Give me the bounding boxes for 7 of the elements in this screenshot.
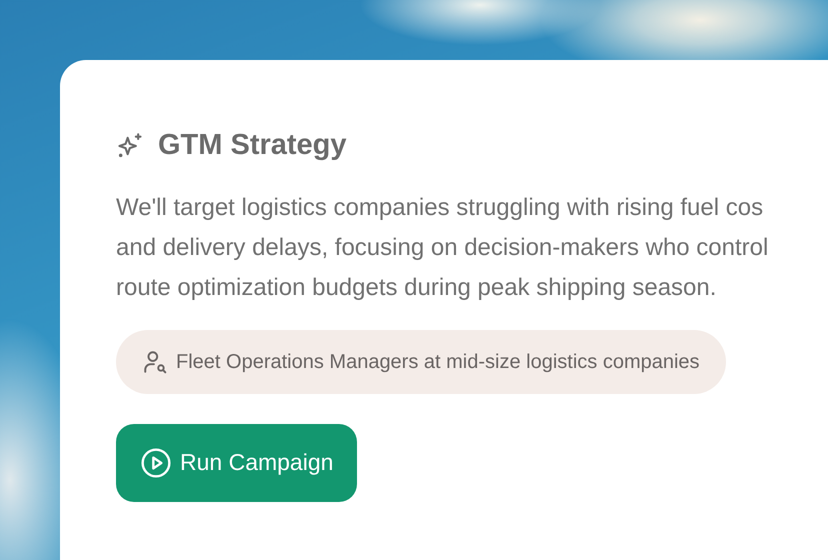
card-title: GTM Strategy bbox=[158, 128, 347, 163]
user-search-icon bbox=[142, 348, 168, 374]
audience-label: Fleet Operations Managers at mid-size logistics companies bbox=[176, 350, 700, 374]
play-icon bbox=[140, 446, 172, 478]
sparkle-icon bbox=[116, 132, 144, 160]
run-campaign-button[interactable]: Run Campaign bbox=[116, 424, 358, 502]
strategy-description: We'll target logistics companies struggling with rising fuel cos and delivery delays, focusing on decision-makers who control route optimization budgets during peak shipping season. bbox=[116, 192, 770, 302]
